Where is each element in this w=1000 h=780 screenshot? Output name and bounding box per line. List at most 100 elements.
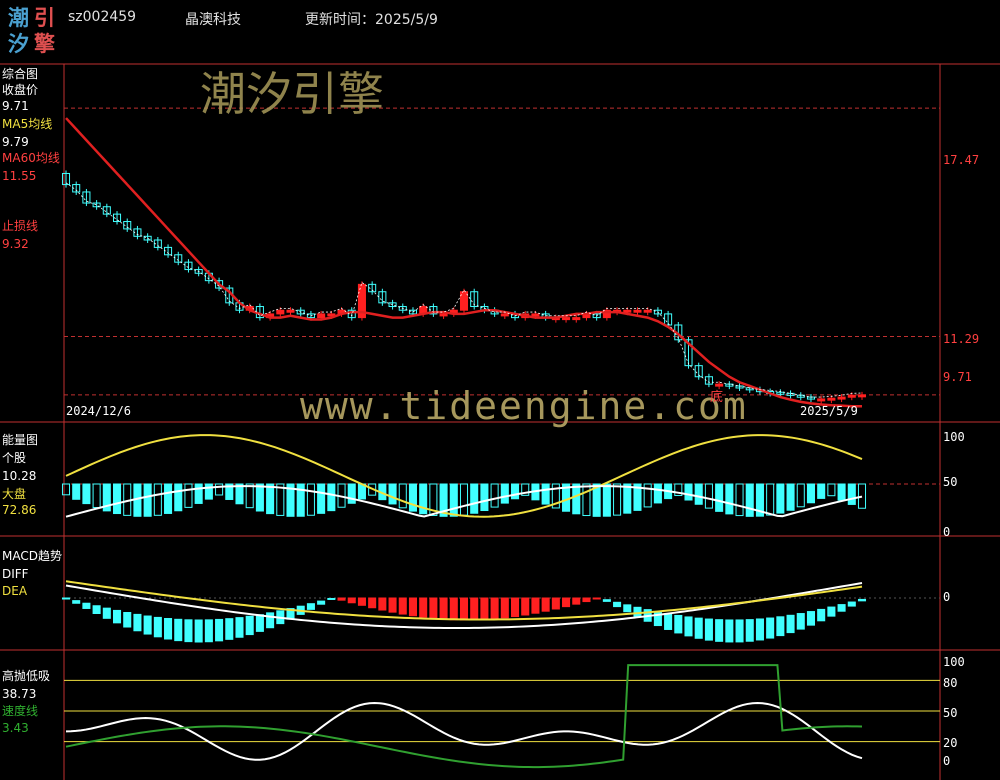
energy-bar	[153, 483, 162, 516]
macd-bar	[490, 597, 499, 620]
macd-bar	[357, 597, 366, 606]
macd-bar	[704, 618, 713, 641]
macd-bar	[378, 597, 387, 611]
macd-bar	[470, 597, 479, 621]
panel3-dea-label: DEA	[2, 584, 28, 598]
energy-bar	[510, 483, 520, 500]
candle	[827, 397, 836, 401]
macd-bar	[827, 606, 836, 617]
energy-bar	[613, 483, 622, 516]
macd-bar	[735, 619, 744, 643]
macd-bar	[215, 618, 224, 642]
energy-bar	[490, 483, 499, 508]
energy-bar	[796, 483, 805, 508]
energy-bar	[715, 483, 724, 512]
panel2-axis-100: 100	[943, 430, 965, 444]
panel4-axis-20: 20	[943, 736, 958, 750]
panel4-speed-label: 速度线	[2, 704, 39, 718]
panel4-axis-100: 100	[943, 655, 965, 669]
panel1-title: 综合图	[2, 67, 39, 81]
watermark-cn: 潮汐引擎	[200, 67, 384, 121]
macd-bar	[572, 597, 581, 605]
panel2-axis-0: 0	[943, 525, 951, 539]
macd-bar	[245, 615, 254, 636]
macd-bar	[857, 598, 867, 602]
macd-bar	[664, 613, 673, 630]
energy-bar	[255, 483, 264, 512]
energy-bar	[327, 483, 336, 512]
panel4-speed-value: 3.43	[2, 721, 29, 735]
candle	[837, 396, 846, 400]
candle	[817, 398, 826, 402]
macd-bar	[623, 604, 632, 613]
macd-bar	[337, 597, 346, 601]
energy-bar	[653, 483, 662, 504]
panel1-ma60-label: MA60均线	[2, 151, 60, 165]
energy-bar	[480, 483, 489, 512]
date-start: 2024/12/6	[66, 404, 132, 418]
energy-bar	[470, 483, 479, 514]
macd-bar	[847, 601, 856, 607]
energy-bar	[817, 483, 826, 499]
energy-bar	[602, 483, 611, 517]
macd-bar	[480, 597, 489, 621]
energy-bar	[266, 483, 275, 515]
energy-bar	[449, 483, 458, 517]
macd-bar	[82, 602, 91, 609]
energy-bar	[766, 483, 775, 516]
energy-bar	[143, 483, 152, 517]
macd-bar	[694, 617, 703, 639]
macd-bar	[408, 597, 418, 617]
panel1-ma60-value: 11.55	[2, 169, 37, 183]
panel3-diff-label: DIFF	[2, 567, 29, 581]
macd-bar	[194, 619, 203, 643]
candle	[562, 317, 571, 321]
energy-bar	[112, 483, 122, 515]
macd-bar	[72, 600, 81, 604]
macd-bar	[755, 618, 764, 641]
candle	[633, 309, 642, 313]
energy-bar	[317, 483, 326, 514]
panel1-axis-mid: 11.29	[943, 332, 980, 346]
candle	[572, 317, 581, 321]
energy-bar	[623, 483, 632, 514]
macd-bar	[112, 609, 122, 624]
macd-bar	[347, 597, 356, 604]
candle	[857, 394, 867, 398]
panel1-stop-label: 止损线	[2, 219, 39, 233]
panel1-ma5-value: 9.79	[2, 135, 29, 149]
macd-bar	[153, 616, 162, 638]
macd-bar	[449, 597, 458, 621]
macd-bar	[439, 597, 448, 620]
energy-bar	[72, 483, 81, 500]
macd-bar	[419, 597, 428, 618]
macd-bar	[388, 597, 397, 613]
macd-bar	[806, 611, 816, 626]
macd-bar	[459, 597, 469, 621]
panel3-title: MACD趋势	[2, 549, 62, 563]
energy-bar	[572, 483, 581, 515]
panel1-axis-high: 17.47	[943, 153, 980, 167]
panel1-stop-value: 9.32	[2, 237, 29, 251]
energy-bar	[184, 483, 193, 508]
energy-bar	[92, 483, 101, 509]
macd-bar	[266, 612, 275, 629]
macd-bar	[766, 617, 775, 639]
energy-bar	[786, 483, 795, 511]
panel1-close-label: 收盘价	[2, 83, 39, 97]
candle	[847, 394, 856, 398]
macd-bar	[837, 604, 846, 612]
macd-bar	[786, 614, 795, 634]
energy-bar	[347, 483, 356, 504]
energy-bar	[388, 483, 397, 505]
candle	[317, 313, 326, 319]
energy-bar	[837, 483, 846, 501]
panel1-axis-low: 9.71	[943, 370, 972, 384]
candle	[500, 313, 509, 317]
macd-bar	[92, 605, 101, 615]
panel4-axis-80: 80	[943, 676, 958, 690]
panel2-market-value: 72.86	[2, 503, 37, 517]
macd-bar	[684, 616, 693, 637]
candle	[439, 313, 448, 317]
energy-bar	[408, 483, 418, 512]
